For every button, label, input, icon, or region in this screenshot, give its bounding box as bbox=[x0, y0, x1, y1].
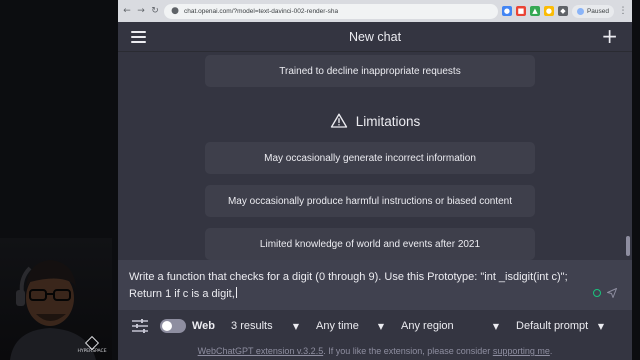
profile-chip[interactable]: Paused bbox=[571, 4, 614, 18]
screen: ← → ↻ ● chat.openai.com/?model=text-davi… bbox=[0, 0, 640, 360]
text-cursor bbox=[235, 287, 237, 298]
webcam-overlay: HYPERSPACE bbox=[0, 238, 112, 360]
region-value: Any region bbox=[401, 320, 454, 332]
limitations-title: Limitations bbox=[355, 113, 421, 129]
warning-icon bbox=[330, 113, 347, 128]
hyperspace-mark-icon bbox=[84, 335, 100, 351]
results-value: 3 results bbox=[231, 320, 273, 332]
prompt-line-1: Write a function that checks for a digit… bbox=[129, 271, 568, 283]
address-bar[interactable]: ● chat.openai.com/?model=text-davinci-00… bbox=[164, 3, 498, 19]
prompt-text[interactable]: Write a function that checks for a digit… bbox=[129, 269, 599, 303]
page-title: New chat bbox=[348, 30, 402, 44]
prompt-mode-select[interactable]: Default prompt ▼ bbox=[510, 315, 611, 337]
prompt-mode-value: Default prompt bbox=[516, 320, 589, 332]
new-chat-plus-icon[interactable]: + bbox=[601, 24, 618, 48]
extension-footer: WebChatGPT extension v.3.2.5. If you lik… bbox=[118, 342, 632, 360]
prompt-line-2: Return 1 if c is a digit, bbox=[129, 288, 235, 300]
extension-link[interactable]: WebChatGPT extension v.3.2.5 bbox=[198, 346, 324, 356]
kebab-menu-icon[interactable]: ⋮ bbox=[618, 6, 628, 16]
chat-page: New chat + Trained to decline inappropri… bbox=[118, 22, 632, 360]
extension-icon-1[interactable]: ● bbox=[501, 6, 512, 16]
webchatgpt-toolbar: Web 3 results ▼ Any time ▼ Any region ▼ … bbox=[118, 310, 632, 342]
chevron-down-icon: ▼ bbox=[492, 321, 500, 331]
capability-card[interactable]: Trained to decline inappropriate request… bbox=[205, 55, 535, 87]
chevron-down-icon: ▼ bbox=[377, 321, 385, 331]
profile-status: Paused bbox=[586, 7, 609, 15]
hyperspace-logo: HYPERSPACE bbox=[76, 335, 108, 354]
send-icon[interactable] bbox=[606, 287, 618, 299]
settings-sliders-icon[interactable] bbox=[132, 319, 148, 333]
capability-text: Trained to decline inappropriate request… bbox=[279, 65, 461, 77]
limitation-card[interactable]: May occasionally produce harmful instruc… bbox=[205, 185, 535, 217]
time-value: Any time bbox=[316, 320, 359, 332]
status-ring-icon bbox=[593, 289, 601, 297]
web-access-toggle[interactable] bbox=[160, 319, 186, 333]
chevron-down-icon: ▼ bbox=[597, 321, 605, 331]
url-text: chat.openai.com/?model=text-davinci-002-… bbox=[184, 7, 339, 15]
footer-text: . If you like the extension, please cons… bbox=[323, 346, 493, 356]
app-header: New chat + bbox=[118, 22, 632, 52]
limitation-card[interactable]: May occasionally generate incorrect info… bbox=[205, 142, 535, 174]
lock-icon: ● bbox=[171, 6, 179, 16]
back-icon[interactable]: ← bbox=[122, 6, 132, 16]
web-label: Web bbox=[192, 320, 216, 332]
limitation-text: Limited knowledge of world and events af… bbox=[259, 238, 481, 250]
chevron-down-icon: ▼ bbox=[292, 321, 300, 331]
scrollbar-thumb[interactable] bbox=[626, 236, 630, 256]
reload-icon[interactable]: ↻ bbox=[150, 6, 160, 16]
support-link[interactable]: supporting me bbox=[493, 346, 550, 356]
prompt-input[interactable]: Write a function that checks for a digit… bbox=[118, 260, 632, 310]
extension-icon-2[interactable]: ■ bbox=[515, 6, 526, 16]
region-select[interactable]: Any region ▼ bbox=[395, 315, 506, 337]
puzzle-icon[interactable]: ◆ bbox=[557, 6, 568, 16]
limitation-text: May occasionally generate incorrect info… bbox=[264, 152, 476, 164]
results-select[interactable]: 3 results ▼ bbox=[225, 315, 306, 337]
time-select[interactable]: Any time ▼ bbox=[310, 315, 391, 337]
avatar bbox=[576, 7, 584, 15]
footer-end: . bbox=[549, 346, 553, 356]
limitation-text: May occasionally produce harmful instruc… bbox=[227, 195, 513, 207]
limitation-card[interactable]: Limited knowledge of world and events af… bbox=[205, 228, 535, 260]
extension-icon-4[interactable]: ● bbox=[543, 6, 554, 16]
forward-icon[interactable]: → bbox=[136, 6, 146, 16]
toggle-knob bbox=[162, 321, 172, 331]
browser-toolbar: ← → ↻ ● chat.openai.com/?model=text-davi… bbox=[118, 0, 632, 22]
extension-icon-3[interactable]: ▲ bbox=[529, 6, 540, 16]
limitations-heading: Limitations bbox=[118, 112, 632, 130]
